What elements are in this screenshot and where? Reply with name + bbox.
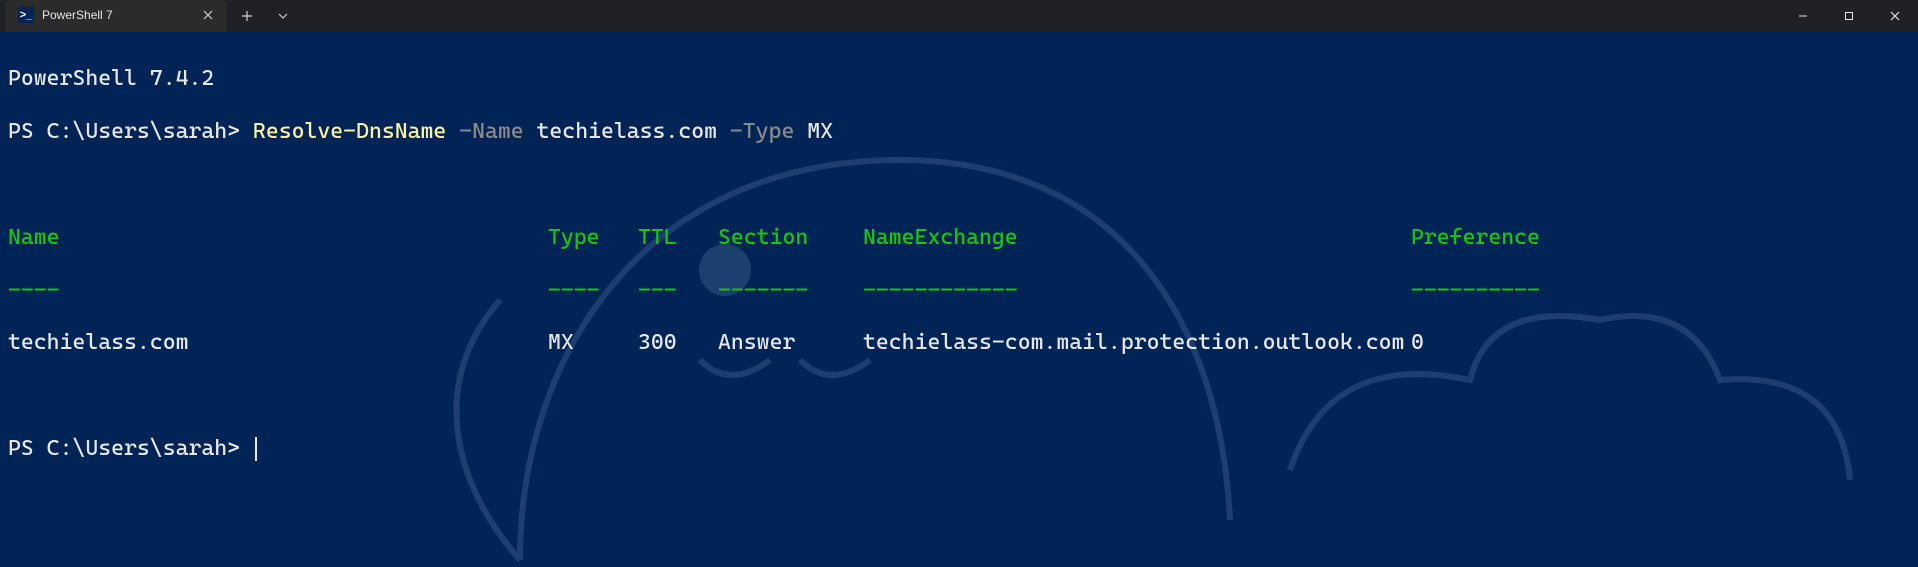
terminal-body[interactable]: PowerShell 7.4.2 PS C:\Users\sarah> Reso… (0, 32, 1918, 489)
blank-line (8, 172, 1910, 198)
prompt-line: PS C:\Users\sarah> (8, 436, 1910, 462)
table-row: techielass.comMX300Answertechielass-com.… (8, 330, 1910, 356)
col-header-section: Section (718, 225, 863, 251)
blank-line (8, 383, 1910, 409)
cell-ttl: 300 (638, 330, 718, 356)
col-header-ttl: TTL (638, 225, 718, 251)
cell-type: MX (548, 330, 638, 356)
window-controls (1780, 0, 1918, 32)
col-header-nameexchange: NameExchange (863, 225, 1411, 251)
powershell-icon: >_ (18, 7, 34, 23)
table-header-row: NameTypeTTLSectionNameExchangePreference (8, 225, 1910, 251)
version-line: PowerShell 7.4.2 (8, 66, 1910, 92)
tab-strip: >_ PowerShell 7 (0, 0, 298, 32)
table-divider-row: ---------------------------------------- (8, 278, 1910, 304)
tab-dropdown-button[interactable] (268, 2, 298, 30)
window-titlebar: >_ PowerShell 7 (0, 0, 1918, 32)
close-window-button[interactable] (1872, 0, 1918, 32)
new-tab-button[interactable] (232, 2, 262, 30)
col-header-preference: Preference (1411, 225, 1541, 251)
cell-section: Answer (718, 330, 863, 356)
cell-name: techielass.com (8, 330, 548, 356)
col-header-name: Name (8, 225, 548, 251)
maximize-button[interactable] (1826, 0, 1872, 32)
cell-nameexchange: techielass-com.mail.protection.outlook.c… (863, 330, 1411, 356)
col-header-type: Type (548, 225, 638, 251)
command-line: PS C:\Users\sarah> Resolve-DnsName -Name… (8, 119, 1910, 145)
cell-preference: 0 (1411, 330, 1541, 356)
close-tab-button[interactable] (200, 7, 216, 23)
tab-powershell[interactable]: >_ PowerShell 7 (6, 0, 226, 32)
cursor (255, 437, 257, 461)
tab-title: PowerShell 7 (42, 8, 192, 22)
minimize-button[interactable] (1780, 0, 1826, 32)
